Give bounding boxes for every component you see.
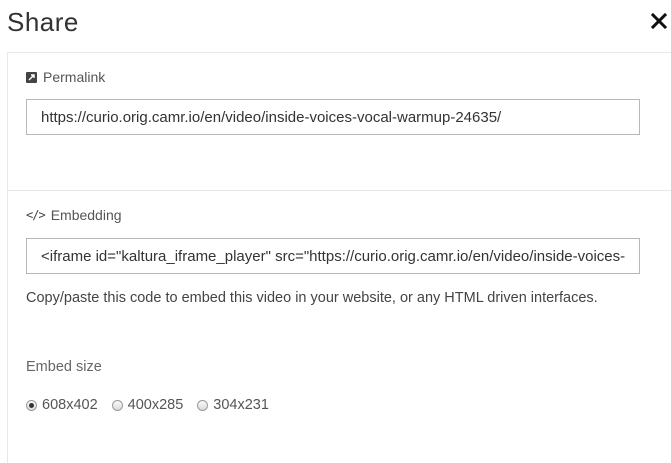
- permalink-field[interactable]: [26, 99, 640, 135]
- permalink-heading: Permalink: [26, 69, 105, 85]
- embed-code-field[interactable]: [26, 238, 640, 274]
- embed-size-label: Embed size: [26, 359, 102, 375]
- embed-size-option-608x402[interactable]: 608x402: [26, 397, 98, 413]
- close-icon[interactable]: [650, 6, 669, 34]
- embed-size-option-label: 304x231: [213, 397, 269, 413]
- dialog-header: Share: [0, 0, 671, 52]
- radio-button[interactable]: [26, 399, 37, 411]
- code-icon: </>: [26, 208, 46, 222]
- dialog-title: Share: [7, 7, 79, 37]
- radio-button[interactable]: [197, 399, 209, 411]
- embed-size-option-label: 608x402: [42, 397, 98, 413]
- radio-button[interactable]: [111, 399, 123, 411]
- embed-size-option-label: 400x285: [127, 397, 184, 413]
- embed-size-option-400x285[interactable]: 400x285: [111, 397, 184, 413]
- embedding-label: Embedding: [50, 207, 122, 223]
- embedding-heading: </> Embedding: [26, 207, 122, 223]
- embed-size-option-304x231[interactable]: 304x231: [197, 397, 269, 413]
- embed-help-text: Copy/paste this code to embed this video…: [26, 290, 598, 306]
- external-link-icon: [26, 71, 37, 83]
- permalink-label: Permalink: [43, 69, 106, 85]
- embedding-section: </> Embedding Copy/paste this code to em…: [7, 190, 671, 463]
- permalink-section: Permalink: [7, 52, 671, 191]
- embed-size-options: 608x402 400x285 304x231: [26, 397, 283, 413]
